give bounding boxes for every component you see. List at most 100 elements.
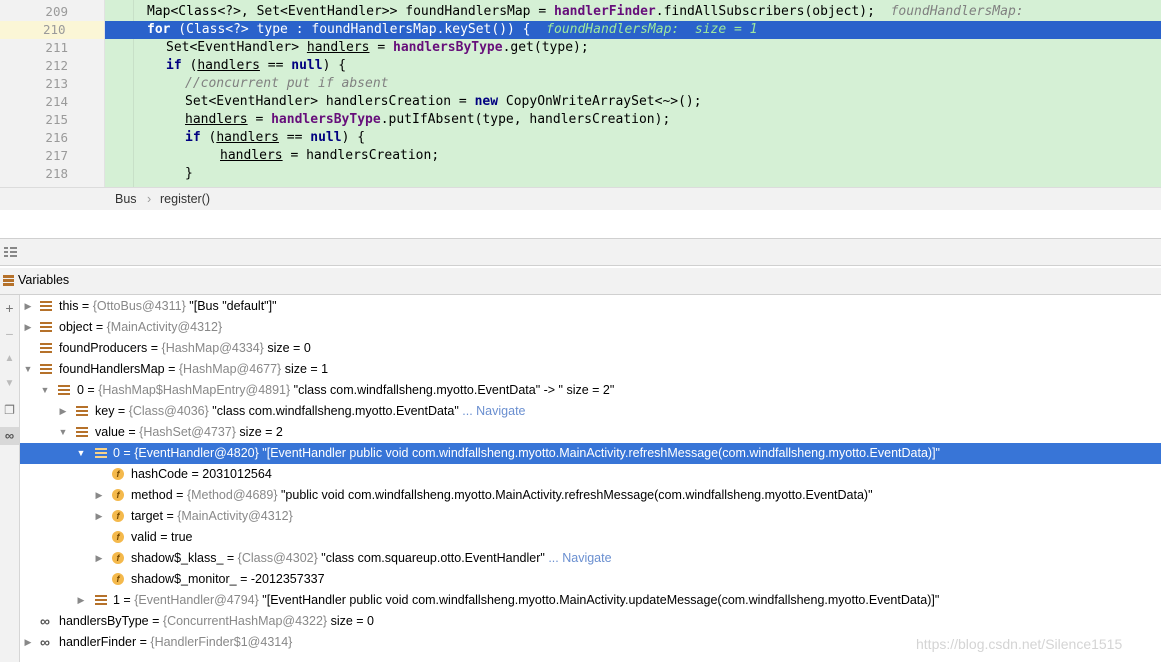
var-value: "public void com.windfallsheng.myotto.Ma… bbox=[280, 488, 873, 502]
variables-tree[interactable]: ▶ this = {OttoBus@4311} "[Bus "default"]… bbox=[20, 296, 1161, 662]
tree-row-shadow-klass[interactable]: ▶ f shadow$_klass_ = {Class@4302} "class… bbox=[20, 548, 1161, 569]
tree-row-foundProducers[interactable]: foundProducers = {HashMap@4334} size = 0 bbox=[20, 338, 1161, 359]
expand-arrow-icon[interactable]: ▶ bbox=[94, 506, 104, 527]
tree-row-method[interactable]: ▶ f method = {Method@4689} "public void … bbox=[20, 485, 1161, 506]
code-line-216[interactable]: if (handlers == null) { bbox=[105, 129, 1161, 147]
var-value: size = 0 bbox=[330, 614, 374, 628]
var-type: {HandlerFinder$1@4314} bbox=[150, 635, 293, 649]
navigate-link[interactable]: ... Navigate bbox=[462, 404, 525, 418]
var-type: {Class@4036} bbox=[128, 404, 209, 418]
move-up-icon[interactable]: ▲ bbox=[0, 350, 19, 368]
copy-icon[interactable]: ❐ bbox=[0, 401, 19, 419]
collapse-arrow-icon[interactable]: ▼ bbox=[23, 359, 33, 380]
var-type: {MainActivity@4312} bbox=[177, 509, 293, 523]
line-number: 212 bbox=[45, 58, 68, 73]
tree-row-foundHandlersMap[interactable]: ▼ foundHandlersMap = {HashMap@4677} size… bbox=[20, 359, 1161, 380]
field-icon: f bbox=[112, 531, 124, 543]
var-name: 0 bbox=[77, 383, 84, 397]
tree-row-map-entry[interactable]: ▼ 0 = {HashMap$HashMapEntry@4891} "class… bbox=[20, 380, 1161, 401]
line-number: 218 bbox=[45, 166, 68, 181]
layout-icon[interactable] bbox=[4, 246, 17, 258]
tree-row-object[interactable]: ▶ object = {MainActivity@4312} bbox=[20, 317, 1161, 338]
expand-arrow-icon[interactable]: ▶ bbox=[23, 317, 33, 338]
code-editor[interactable]: 209 210 211 212 213 214 215 216 217 218 … bbox=[0, 0, 1161, 187]
var-type: {EventHandler@4820} bbox=[134, 446, 259, 460]
code-line-210-execution-point[interactable]: for (Class<?> type : foundHandlersMap.ke… bbox=[105, 21, 1161, 39]
collapse-arrow-icon[interactable]: ▼ bbox=[40, 380, 50, 401]
editor-spacer bbox=[0, 210, 1161, 238]
object-field-icon bbox=[76, 426, 88, 438]
move-down-icon[interactable]: ▼ bbox=[0, 375, 19, 393]
line-number-gutter[interactable]: 209 210 211 212 213 214 215 216 217 218 bbox=[0, 0, 105, 187]
inline-value-hint: foundHandlersMap: bbox=[890, 4, 1024, 19]
remove-watch-icon[interactable]: − bbox=[0, 325, 19, 343]
collapse-arrow-icon[interactable]: ▼ bbox=[58, 422, 68, 443]
add-watch-icon[interactable]: + bbox=[0, 299, 19, 317]
object-field-icon bbox=[40, 300, 52, 312]
var-name: handlerFinder bbox=[59, 635, 137, 649]
expand-arrow-icon[interactable]: ▶ bbox=[94, 485, 104, 506]
var-name: object bbox=[59, 320, 93, 334]
object-field-icon bbox=[95, 594, 107, 606]
show-watches-icon[interactable]: ∞ bbox=[0, 427, 19, 445]
expand-arrow-icon[interactable]: ▶ bbox=[94, 548, 104, 569]
navigate-link[interactable]: ... Navigate bbox=[548, 551, 611, 565]
expand-arrow-icon[interactable]: ▶ bbox=[23, 296, 33, 317]
var-type: {EventHandler@4794} bbox=[134, 593, 259, 607]
var-name: shadow$_klass_ bbox=[131, 551, 224, 565]
tree-row-target[interactable]: ▶ f target = {MainActivity@4312} bbox=[20, 506, 1161, 527]
object-field-icon bbox=[76, 405, 88, 417]
var-name: 0 bbox=[113, 446, 120, 460]
var-value: "[EventHandler public void com.windfalls… bbox=[262, 446, 940, 460]
code-line-215[interactable]: handlers = handlersByType.putIfAbsent(ty… bbox=[105, 111, 1161, 129]
variables-side-toolbar: + − ▲ ▼ ❐ ∞ bbox=[0, 295, 20, 662]
variables-title: Variables bbox=[18, 273, 70, 287]
var-value: true bbox=[170, 530, 193, 544]
debug-toolbar bbox=[0, 238, 1161, 266]
var-name: shadow$_monitor_ bbox=[131, 572, 237, 586]
code-area[interactable]: Map<Class<?>, Set<EventHandler>> foundHa… bbox=[105, 0, 1161, 187]
var-name: handlersByType bbox=[59, 614, 149, 628]
code-line-218[interactable]: } bbox=[105, 165, 1161, 183]
expand-arrow-icon[interactable]: ▶ bbox=[58, 401, 68, 422]
tree-row-hashCode[interactable]: f hashCode = 2031012564 bbox=[20, 464, 1161, 485]
var-name: method bbox=[131, 488, 173, 502]
var-name: hashCode bbox=[131, 467, 188, 481]
object-field-icon bbox=[40, 321, 52, 333]
expand-arrow-icon[interactable]: ▶ bbox=[76, 590, 86, 611]
code-line-217[interactable]: handlers = handlersCreation; bbox=[105, 147, 1161, 165]
var-value: "[Bus "default"]" bbox=[189, 299, 277, 313]
tree-row-key[interactable]: ▶ key = {Class@4036} "class com.windfall… bbox=[20, 401, 1161, 422]
final-field-icon: f bbox=[112, 489, 124, 501]
tree-row-value[interactable]: ▼ value = {HashSet@4737} size = 2 bbox=[20, 422, 1161, 443]
var-value: size = 1 bbox=[284, 362, 329, 376]
breadcrumb-separator: › bbox=[147, 192, 152, 206]
var-name: 1 bbox=[113, 593, 120, 607]
var-name: this bbox=[59, 299, 79, 313]
collapse-arrow-icon[interactable]: ▼ bbox=[76, 443, 86, 464]
line-number: 213 bbox=[45, 76, 68, 91]
breadcrumb-method[interactable]: register() bbox=[160, 192, 210, 206]
tree-row-selected-event-handler[interactable]: ▼ 0 = {EventHandler@4820} "[EventHandler… bbox=[20, 443, 1161, 464]
tree-row-event-handler-1[interactable]: ▶ 1 = {EventHandler@4794} "[EventHandler… bbox=[20, 590, 1161, 611]
tree-row-this[interactable]: ▶ this = {OttoBus@4311} "[Bus "default"]… bbox=[20, 296, 1161, 317]
code-line-214[interactable]: Set<EventHandler> handlersCreation = new… bbox=[105, 93, 1161, 111]
tree-row-valid[interactable]: f valid = true bbox=[20, 527, 1161, 548]
watch-infinity-icon: ∞ bbox=[40, 634, 50, 650]
code-line-213[interactable]: //concurrent put if absent bbox=[105, 75, 1161, 93]
line-number: 216 bbox=[45, 130, 68, 145]
var-type: {OttoBus@4311} bbox=[92, 299, 186, 313]
breadcrumb-class[interactable]: Bus bbox=[115, 192, 137, 206]
code-line-211[interactable]: Set<EventHandler> handlers = handlersByT… bbox=[105, 39, 1161, 57]
code-line-212[interactable]: if (handlers == null) { bbox=[105, 57, 1161, 75]
breadcrumb: Bus › register() bbox=[0, 187, 1161, 210]
var-type: {MainActivity@4312} bbox=[106, 320, 223, 334]
line-number: 217 bbox=[45, 148, 68, 163]
expand-arrow-icon[interactable]: ▶ bbox=[23, 632, 33, 653]
watermark: https://blog.csdn.net/Silence1515 bbox=[916, 636, 1123, 652]
tree-row-shadow-monitor[interactable]: f shadow$_monitor_ = -2012357337 bbox=[20, 569, 1161, 590]
tree-row-handlersByType[interactable]: ∞ handlersByType = {ConcurrentHashMap@43… bbox=[20, 611, 1161, 632]
var-name: key bbox=[95, 404, 115, 418]
code-line-209[interactable]: Map<Class<?>, Set<EventHandler>> foundHa… bbox=[105, 3, 1161, 21]
var-name: valid bbox=[131, 530, 157, 544]
